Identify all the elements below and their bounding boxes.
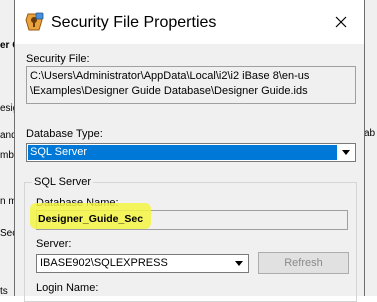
- close-icon: [335, 16, 347, 28]
- server-select[interactable]: IBASE902\SQLEXPRESS: [36, 254, 249, 273]
- server-label: Server:: [36, 238, 72, 250]
- login-name-label: Login Name:: [36, 282, 99, 294]
- dropdown-button[interactable]: [231, 256, 247, 271]
- chevron-down-icon: [342, 150, 350, 155]
- database-name-value: Designer_Guide_Sec: [38, 213, 144, 225]
- title-bar[interactable]: Security File Properties: [15, 0, 364, 44]
- chevron-down-icon: [235, 261, 243, 266]
- database-type-value: SQL Server: [30, 146, 88, 158]
- close-button[interactable]: [318, 0, 364, 44]
- security-file-path-line: C:\Users\Administrator\AppData\Local\i2\…: [30, 70, 310, 82]
- background-text: ab: [364, 128, 376, 139]
- security-file-label: Security File:: [26, 53, 90, 65]
- security-file-path-line: \Examples\Designer Guide Database\Design…: [30, 85, 308, 97]
- database-type-select[interactable]: SQL Server: [26, 143, 356, 162]
- security-file-properties-dialog: Security File Properties Security File: …: [14, 0, 365, 302]
- security-keys-icon: [23, 11, 45, 33]
- dialog-title: Security File Properties: [51, 14, 217, 31]
- security-file-path-field[interactable]: C:\Users\Administrator\AppData\Local\i2\…: [26, 66, 356, 104]
- server-value: IBASE902\SQLEXPRESS: [40, 257, 168, 269]
- database-type-label: Database Type:: [26, 128, 103, 140]
- refresh-button[interactable]: Refresh: [258, 252, 349, 274]
- sql-server-group-title: SQL Server: [32, 176, 94, 188]
- dropdown-button[interactable]: [338, 145, 354, 160]
